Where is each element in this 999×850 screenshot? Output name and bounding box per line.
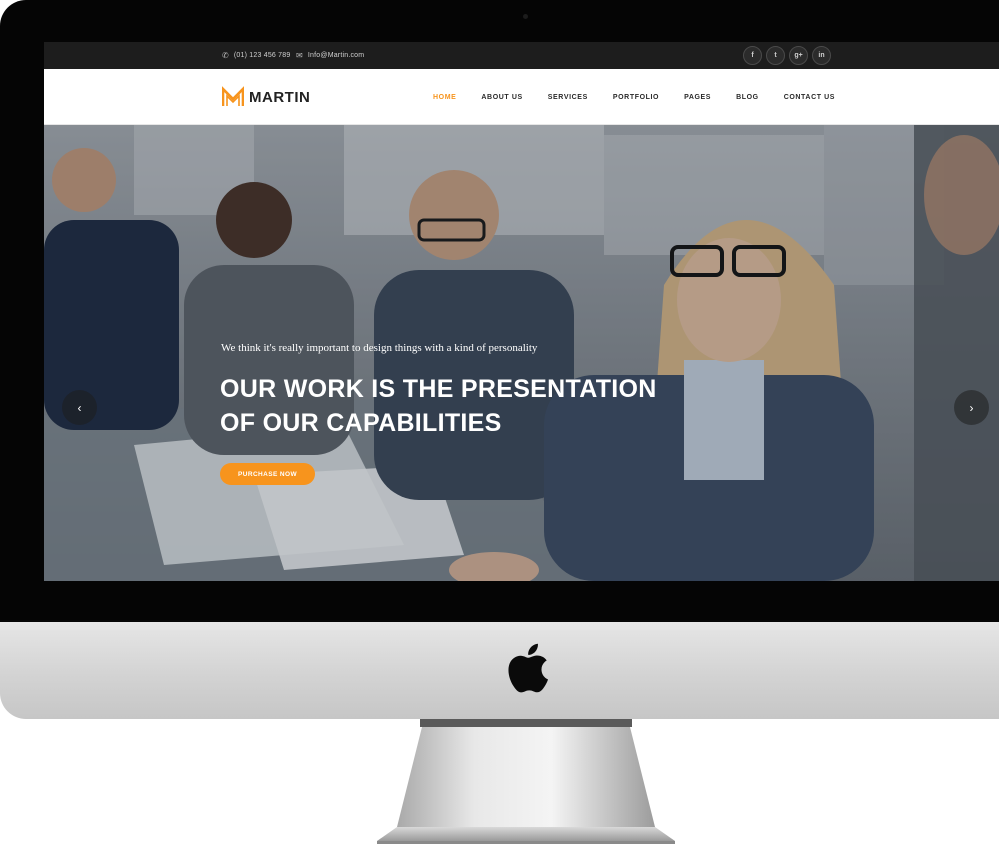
email-contact[interactable]: ✉ Info@Martin.com [296, 42, 364, 69]
menu-item-portfolio[interactable]: PORTFOLIO [613, 94, 659, 101]
imac-mockup: ✆ (01) 123 456 789 ✉ Info@Martin.com f t… [0, 0, 999, 850]
monitor-stand [377, 719, 675, 844]
menu-item-services[interactable]: SERVICES [548, 94, 588, 101]
logo-m-icon [222, 86, 244, 106]
social-links: f t g+ in [743, 46, 831, 65]
apple-logo-icon [508, 643, 548, 693]
menu-item-contact-us[interactable]: CONTACT US [784, 94, 835, 101]
mail-icon: ✉ [296, 51, 303, 60]
hero-title: OUR WORK IS THE PRESENTATION OF OUR CAPA… [220, 372, 700, 440]
logo-text: MARTIN [249, 88, 311, 106]
top-bar: ✆ (01) 123 456 789 ✉ Info@Martin.com f t… [44, 42, 999, 69]
main-navbar: MARTIN HOME ABOUT US SERVICES PORTFOLIO … [44, 69, 999, 125]
hero-slider: We think it's really important to design… [44, 125, 999, 581]
website-screen: ✆ (01) 123 456 789 ✉ Info@Martin.com f t… [44, 42, 999, 581]
phone-icon: ✆ [222, 51, 229, 60]
hero-title-line-2: OF OUR CAPABILITIES [220, 409, 502, 437]
camera [523, 14, 528, 19]
email-address[interactable]: Info@Martin.com [308, 52, 364, 59]
hero-kicker: We think it's really important to design… [221, 342, 538, 354]
slider-prev-icon[interactable]: ‹ [62, 390, 97, 425]
site-logo[interactable]: MARTIN [222, 86, 310, 108]
main-menu: HOME ABOUT US SERVICES PORTFOLIO PAGES B… [433, 69, 835, 125]
linkedin-icon[interactable]: in [812, 46, 831, 65]
facebook-icon[interactable]: f [743, 46, 762, 65]
menu-item-home[interactable]: HOME [433, 94, 456, 101]
menu-item-blog[interactable]: BLOG [736, 94, 759, 101]
phone-number: (01) 123 456 789 [233, 52, 291, 59]
purchase-now-button[interactable]: PURCHASE NOW [220, 463, 315, 485]
slider-next-icon[interactable]: › [954, 390, 989, 425]
monitor-chin [0, 622, 999, 719]
phone-contact: ✆ (01) 123 456 789 [222, 42, 290, 69]
menu-item-pages[interactable]: PAGES [684, 94, 711, 101]
menu-item-about-us[interactable]: ABOUT US [481, 94, 522, 101]
google-plus-icon[interactable]: g+ [789, 46, 808, 65]
hero-title-line-1: OUR WORK IS THE PRESENTATION [220, 375, 657, 403]
twitter-icon[interactable]: t [766, 46, 785, 65]
